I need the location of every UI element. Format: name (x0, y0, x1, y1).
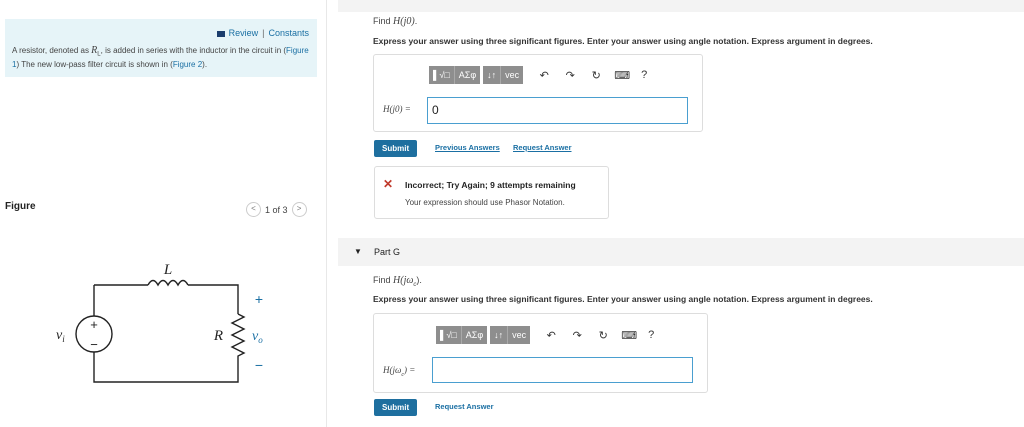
part-f-instructions: Express your answer using three signific… (373, 36, 873, 46)
source-label: vi (56, 328, 65, 344)
inductor-label: L (163, 262, 172, 278)
part-f-submit-button[interactable]: Submit (374, 140, 418, 157)
circuit-diagram: + − L R vi vo + − (56, 262, 263, 383)
info-links: Review | Constants (216, 28, 309, 38)
part-g-title: Part G (374, 247, 401, 257)
g-greek-button[interactable]: AΣφ (461, 326, 488, 344)
undo-icon[interactable]: ↶ (536, 69, 552, 82)
feedback-title: Incorrect; Try Again; 9 attempts remaini… (405, 180, 576, 190)
feedback-box: ✕ Incorrect; Try Again; 9 attempts remai… (374, 166, 609, 219)
g-find-prefix: Find (373, 275, 394, 285)
part-f-answer-input[interactable]: 0 (427, 97, 688, 124)
g-arrow-group: ↓↑ vec (490, 326, 531, 344)
g-find-suffix: ). (416, 275, 422, 285)
source-minus: − (90, 337, 98, 352)
template-group: ▌√□ AΣφ (429, 66, 481, 84)
desc-text-2: , is added in series with the inductor i… (100, 46, 287, 55)
review-link[interactable]: Review (229, 28, 259, 38)
feedback-text: Your expression should use Phasor Notati… (405, 198, 565, 207)
figure-heading: Figure (5, 201, 36, 212)
figure2-link[interactable]: Figure 2 (173, 60, 202, 69)
part-g-toolbar: ▌√□ AΣφ ↓↑ vec ↶ ↷ ↻ ⌨ ? (436, 326, 659, 344)
part-g-find-text: Find H(jωc). (373, 275, 422, 288)
collapse-caret-icon[interactable]: ▼ (354, 247, 362, 256)
constants-link[interactable]: Constants (268, 28, 309, 38)
output-minus: − (255, 357, 263, 373)
output-plus: + (255, 291, 263, 307)
problem-description: A resistor, denoted as RL, is added in s… (12, 46, 317, 70)
g-input-label-post: ) = (404, 365, 416, 375)
figure-pager: < 1 of 3 > (246, 202, 307, 217)
problem-info-box: Review | Constants A resistor, denoted as … (5, 19, 317, 77)
resistor-label: R (213, 328, 223, 344)
part-g-answer-input[interactable] (432, 357, 693, 383)
part-g-instructions: Express your answer using three signific… (373, 294, 873, 304)
g-undo-icon[interactable]: ↶ (543, 329, 559, 342)
g-input-label-pre: H(jω (383, 365, 402, 375)
next-figure-button[interactable]: > (291, 202, 307, 217)
help-icon[interactable]: ? (636, 69, 652, 81)
desc-text-1: A resistor, denoted as (12, 46, 92, 55)
inductor-symbol (147, 279, 189, 287)
g-keyboard-icon[interactable]: ⌨ (621, 329, 637, 342)
g-vec-button[interactable]: vec (508, 326, 531, 344)
keyboard-icon[interactable]: ⌨ (614, 69, 630, 82)
desc-text-3: ) The new low-pass filter circuit is sho… (16, 59, 173, 69)
part-f-request-answer-link[interactable]: Request Answer (513, 143, 572, 152)
pager-text: 1 of 3 (265, 204, 288, 215)
desc-text-4: ). (202, 59, 208, 69)
part-g-request-answer-link[interactable]: Request Answer (435, 402, 494, 411)
review-icon (216, 30, 225, 37)
redo-icon[interactable]: ↷ (562, 69, 578, 82)
find-expression: H(j0) (393, 16, 415, 27)
templates-button[interactable]: ▌√□ (429, 66, 455, 84)
part-g-input-label: H(jωc) = (383, 365, 415, 378)
reset-icon[interactable]: ↻ (588, 69, 604, 82)
g-reset-icon[interactable]: ↻ (595, 329, 611, 342)
part-g-answer-box: ▌√□ AΣφ ↓↑ vec ↶ ↷ ↻ ⌨ ? H(jωc) = (373, 313, 708, 393)
g-find-expression: H(jω (393, 275, 414, 286)
part-f-find-text: Find H(j0). (373, 16, 417, 27)
vec-button[interactable]: vec (501, 66, 524, 84)
part-f-header-strip (338, 0, 1024, 12)
arrows-button[interactable]: ↓↑ (483, 66, 502, 84)
error-x-icon: ✕ (383, 177, 394, 191)
part-f-input-label: H(j0) = (383, 104, 411, 114)
source-plus: + (90, 317, 98, 332)
part-g-header[interactable]: ▼ Part G (338, 238, 1024, 266)
link-separator: | (262, 28, 265, 38)
part-g-submit-button[interactable]: Submit (374, 399, 418, 416)
greek-button[interactable]: AΣφ (454, 66, 481, 84)
g-arrows-button[interactable]: ↓↑ (490, 326, 509, 344)
part-f-toolbar: ▌√□ AΣφ ↓↑ vec ↶ ↷ ↻ ⌨ ? (429, 66, 652, 84)
circuit-wire-top-right (188, 284, 239, 314)
g-help-icon[interactable]: ? (643, 329, 659, 341)
resistor-symbol (230, 313, 246, 362)
output-label: vo (252, 329, 263, 345)
g-template-group: ▌√□ AΣφ (436, 326, 488, 344)
g-templates-button[interactable]: ▌√□ (436, 326, 462, 344)
prev-figure-button[interactable]: < (246, 202, 261, 217)
arrow-group: ↓↑ vec (483, 66, 524, 84)
previous-answers-link[interactable]: Previous Answers (435, 143, 500, 152)
part-f-answer-box: ▌√□ AΣφ ↓↑ vec ↶ ↷ ↻ ⌨ ? H(j0) = 0 (373, 54, 703, 132)
find-prefix: Find (373, 16, 394, 26)
g-redo-icon[interactable]: ↷ (569, 329, 585, 342)
find-suffix: . (414, 16, 418, 26)
